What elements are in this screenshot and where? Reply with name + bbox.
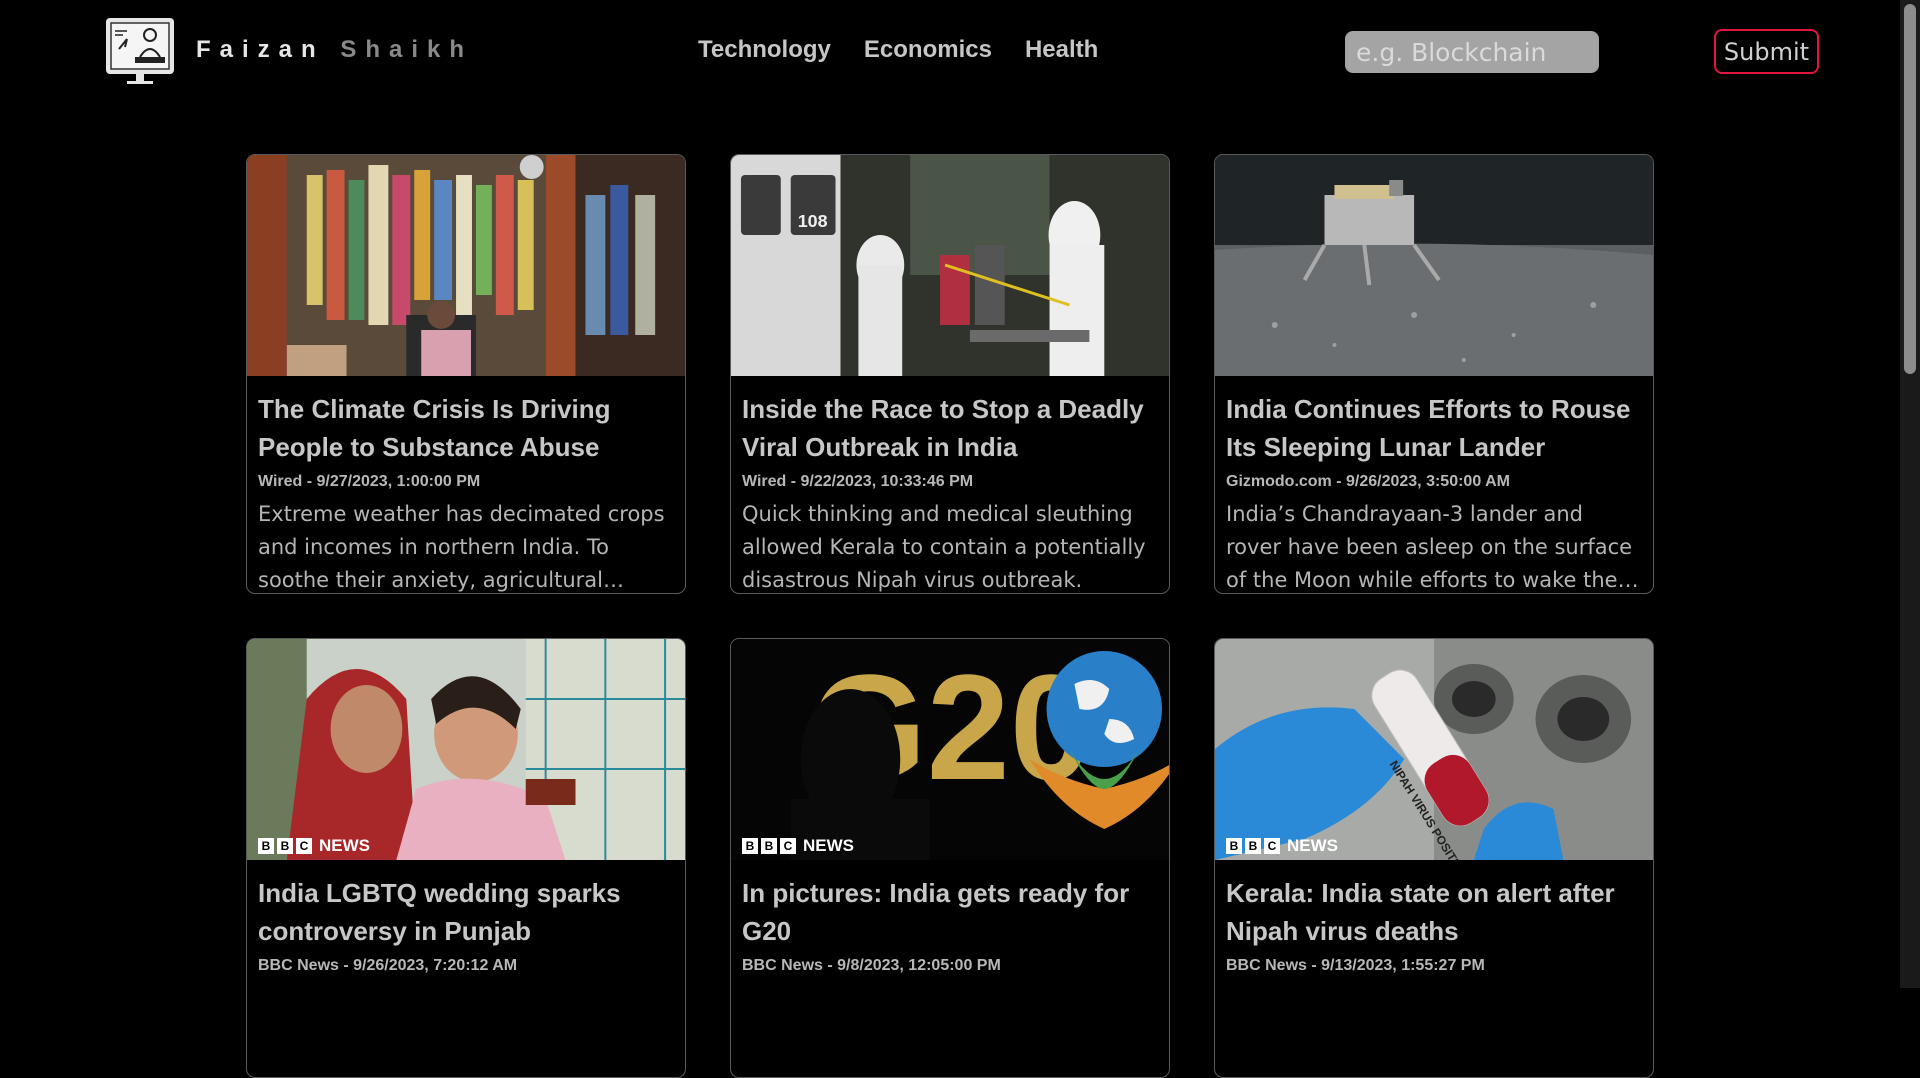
article-card[interactable]: The Climate Crisis Is Driving People to … (246, 154, 686, 594)
article-image[interactable] (247, 155, 685, 376)
article-description: Quick thinking and medical sleuthing all… (742, 502, 1146, 592)
article-meta: Wired - 9/22/2023, 10:33:46 PM (742, 473, 974, 490)
bbc-news-logo: B B C NEWS (1226, 836, 1338, 856)
article-image[interactable]: G20 B B C NEWS (731, 639, 1169, 860)
article-description: India’s Chandrayaan-3 lander and rover h… (1226, 502, 1639, 592)
article-title[interactable]: In pictures: India gets ready for G20 (742, 874, 1158, 950)
bbc-letter: B (742, 838, 758, 854)
article-image[interactable] (1215, 155, 1653, 376)
bbc-letter: C (1264, 838, 1280, 854)
article-title[interactable]: Kerala: India state on alert after Nipah… (1226, 874, 1642, 950)
article-card[interactable]: NIPAH VIRUS POSITIVE B B C NEWS Kerala: … (1214, 638, 1654, 1078)
article-title[interactable]: Inside the Race to Stop a Deadly Viral O… (742, 390, 1158, 466)
bbc-news-logo: B B C NEWS (742, 836, 854, 856)
article-meta: BBC News - 9/8/2023, 12:05:00 PM (742, 957, 1001, 974)
article-card[interactable]: G20 B B C NEWS In pictures: India gets r… (730, 638, 1170, 1078)
article-meta: BBC News - 9/13/2023, 1:55:27 PM (1226, 957, 1485, 974)
scrollbar-thumb[interactable] (1904, 4, 1916, 374)
bbc-letter: B (761, 838, 777, 854)
ambulance-number: 108 (798, 211, 828, 231)
bbc-letter: B (1226, 838, 1242, 854)
bbc-news-word: NEWS (319, 836, 370, 855)
bbc-letter: B (258, 838, 274, 854)
site-header: Faizan Shaikh Technology Economics Healt… (0, 0, 1900, 104)
page-scrollbar[interactable] (1900, 0, 1920, 988)
article-card[interactable]: India Continues Efforts to Rouse Its Sle… (1214, 154, 1654, 594)
article-meta: BBC News - 9/26/2023, 7:20:12 AM (258, 957, 518, 974)
bbc-letter: C (780, 838, 796, 854)
article-image[interactable]: 108 (731, 155, 1169, 376)
brand-first-name: Faizan (196, 36, 325, 63)
bbc-letter: B (277, 838, 293, 854)
nav-economics[interactable]: Economics (864, 36, 992, 64)
article-card[interactable]: 108 Inside the Race to Stop a Deadly Vir… (730, 154, 1170, 594)
bbc-news-word: NEWS (803, 836, 854, 855)
article-grid: The Climate Crisis Is Driving People to … (246, 154, 1656, 1078)
nav-health[interactable]: Health (1025, 36, 1098, 64)
article-description: Extreme weather has decimated crops and … (258, 502, 665, 592)
bbc-news-word: NEWS (1287, 836, 1338, 855)
article-image[interactable]: NIPAH VIRUS POSITIVE B B C NEWS (1215, 639, 1653, 860)
site-brand[interactable]: Faizan Shaikh (196, 36, 473, 64)
article-title[interactable]: India Continues Efforts to Rouse Its Sle… (1226, 390, 1642, 466)
bbc-letter: C (296, 838, 312, 854)
article-meta: Wired - 9/27/2023, 1:00:00 PM (258, 473, 481, 490)
article-image[interactable]: B B C NEWS (247, 639, 685, 860)
article-card[interactable]: B B C NEWS India LGBTQ wedding sparks co… (246, 638, 686, 1078)
nav-technology[interactable]: Technology (698, 36, 831, 64)
main-nav: Technology Economics Health (698, 36, 1098, 64)
search-input[interactable] (1345, 31, 1599, 73)
bbc-letter: B (1245, 838, 1261, 854)
bbc-news-logo: B B C NEWS (258, 836, 370, 856)
article-title[interactable]: The Climate Crisis Is Driving People to … (258, 390, 674, 466)
logo-icon[interactable] (105, 17, 175, 87)
article-meta: Gizmodo.com - 9/26/2023, 3:50:00 AM (1226, 473, 1510, 490)
brand-last-name: Shaikh (340, 36, 474, 63)
submit-button[interactable]: Submit (1714, 29, 1819, 74)
article-title[interactable]: India LGBTQ wedding sparks controversy i… (258, 874, 674, 950)
